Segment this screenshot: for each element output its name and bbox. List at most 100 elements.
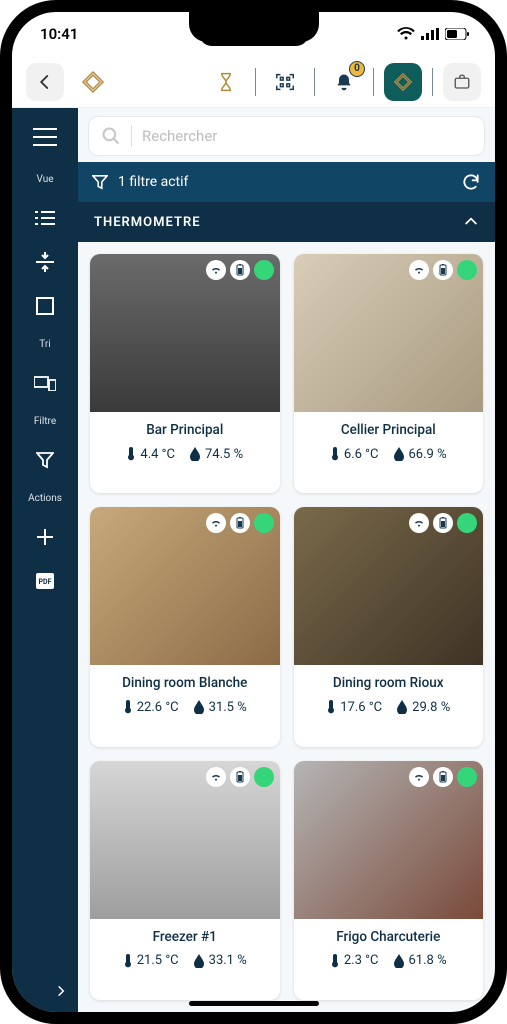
sidebar-item-label: Vue [36, 174, 53, 185]
filter-label: 1 filtre actif [118, 174, 188, 190]
refresh-button[interactable] [461, 172, 481, 192]
thermometer-icon [126, 446, 136, 462]
separator [255, 68, 256, 96]
sidebar-item-filtre[interactable]: Filtre [12, 408, 78, 435]
app-bar: 0 [12, 56, 495, 108]
temp-value: 22.6 °C [137, 700, 179, 715]
briefcase-button[interactable] [443, 63, 481, 101]
wifi-status-icon [409, 260, 429, 280]
sidebar-item-label: Actions [28, 493, 62, 504]
list-icon [34, 207, 56, 229]
section-title: THERMOMETRE [94, 215, 201, 230]
card-image [294, 254, 484, 412]
sidebar-item-vue[interactable]: Vue [12, 166, 78, 193]
humidity-value: 74.5 % [205, 447, 243, 462]
hourglass-icon[interactable] [207, 63, 245, 101]
sidebar-item-label: Filtre [34, 416, 56, 427]
separator [373, 68, 374, 96]
battery-status-icon [433, 767, 453, 787]
humidity-icon [393, 447, 405, 461]
wifi-status-icon [206, 767, 226, 787]
card-title: Freezer #1 [98, 929, 272, 945]
plus-icon [34, 526, 56, 548]
thermometer-icon [123, 699, 133, 715]
device-card[interactable]: Freezer #1 21.5 °C 33.1 % [90, 761, 280, 1000]
card-image [294, 507, 484, 665]
thermometer-icon [326, 699, 336, 715]
status-time: 10:41 [40, 25, 78, 43]
search-input[interactable] [142, 127, 472, 145]
online-status-icon [254, 767, 274, 787]
square-icon [34, 295, 56, 317]
wifi-icon [397, 27, 415, 41]
temp-value: 2.3 °C [344, 953, 379, 968]
home-indicator [189, 1001, 319, 1006]
separator [314, 68, 315, 96]
wifi-status-icon [409, 513, 429, 533]
brand-button[interactable] [384, 63, 422, 101]
battery-status-icon [230, 260, 250, 280]
humidity-value: 33.1 % [209, 953, 247, 968]
qr-scan-button[interactable] [266, 63, 304, 101]
thermometer-icon [123, 953, 133, 969]
notification-badge: 0 [349, 61, 365, 77]
battery-status-icon [433, 260, 453, 280]
humidity-icon [193, 700, 205, 714]
card-title: Cellier Principal [302, 422, 476, 438]
signal-icon [421, 28, 439, 40]
pdf-icon: PDF [34, 570, 56, 592]
sidebar-item-actions[interactable]: Actions [12, 485, 78, 512]
device-card[interactable]: Dining room Rioux 17.6 °C 29.8 % [294, 507, 484, 746]
humidity-value: 29.8 % [412, 700, 450, 715]
sidebar-item-list[interactable] [12, 199, 78, 237]
sidebar-item-label: Tri [39, 339, 50, 350]
devices-icon [34, 372, 56, 394]
battery-status-icon [433, 513, 453, 533]
card-title: Bar Principal [98, 422, 272, 438]
card-title: Frigo Charcuterie [302, 929, 476, 945]
online-status-icon [254, 513, 274, 533]
card-image [90, 254, 280, 412]
sidebar-item-add[interactable] [12, 518, 78, 556]
sidebar-item-compress[interactable] [12, 243, 78, 281]
battery-icon [445, 28, 469, 40]
online-status-icon [457, 513, 477, 533]
humidity-value: 61.8 % [409, 953, 447, 968]
cards-grid: Bar Principal 4.4 °C 74.5 % [78, 242, 495, 1012]
search-icon [101, 126, 121, 146]
expand-sidebar-button[interactable] [54, 984, 68, 998]
device-card[interactable]: Bar Principal 4.4 °C 74.5 % [90, 254, 280, 493]
online-status-icon [457, 260, 477, 280]
section-header-thermometre[interactable]: THERMOMETRE [78, 202, 495, 242]
device-card[interactable]: Dining room Blanche 22.6 °C 31.5 % [90, 507, 280, 746]
filter-icon [92, 174, 108, 190]
logo-icon [74, 63, 112, 101]
temp-value: 6.6 °C [344, 447, 379, 462]
compress-icon [34, 251, 56, 273]
back-button[interactable] [26, 63, 64, 101]
sidebar-item-pdf[interactable]: PDF [12, 562, 78, 600]
device-card[interactable]: Frigo Charcuterie 2.3 °C 61.8 % [294, 761, 484, 1000]
wifi-status-icon [206, 260, 226, 280]
online-status-icon [254, 260, 274, 280]
sidebar-item-tri[interactable]: Tri [12, 331, 78, 358]
chevron-up-icon [463, 214, 479, 230]
humidity-icon [396, 700, 408, 714]
svg-text:PDF: PDF [39, 578, 52, 586]
card-image [294, 761, 484, 919]
sidebar-item-devices[interactable] [12, 364, 78, 402]
device-card[interactable]: Cellier Principal 6.6 °C 66.9 % [294, 254, 484, 493]
menu-button[interactable] [33, 128, 57, 146]
sidebar-item-filter[interactable] [12, 441, 78, 479]
temp-value: 17.6 °C [340, 700, 382, 715]
thermometer-icon [330, 953, 340, 969]
wifi-status-icon [409, 767, 429, 787]
search-bar[interactable] [88, 116, 485, 156]
separator [432, 68, 433, 96]
notifications-button[interactable]: 0 [325, 63, 363, 101]
temp-value: 21.5 °C [137, 953, 179, 968]
dynamic-island [199, 20, 309, 46]
sidebar-item-square[interactable] [12, 287, 78, 325]
online-status-icon [457, 767, 477, 787]
humidity-icon [393, 954, 405, 968]
